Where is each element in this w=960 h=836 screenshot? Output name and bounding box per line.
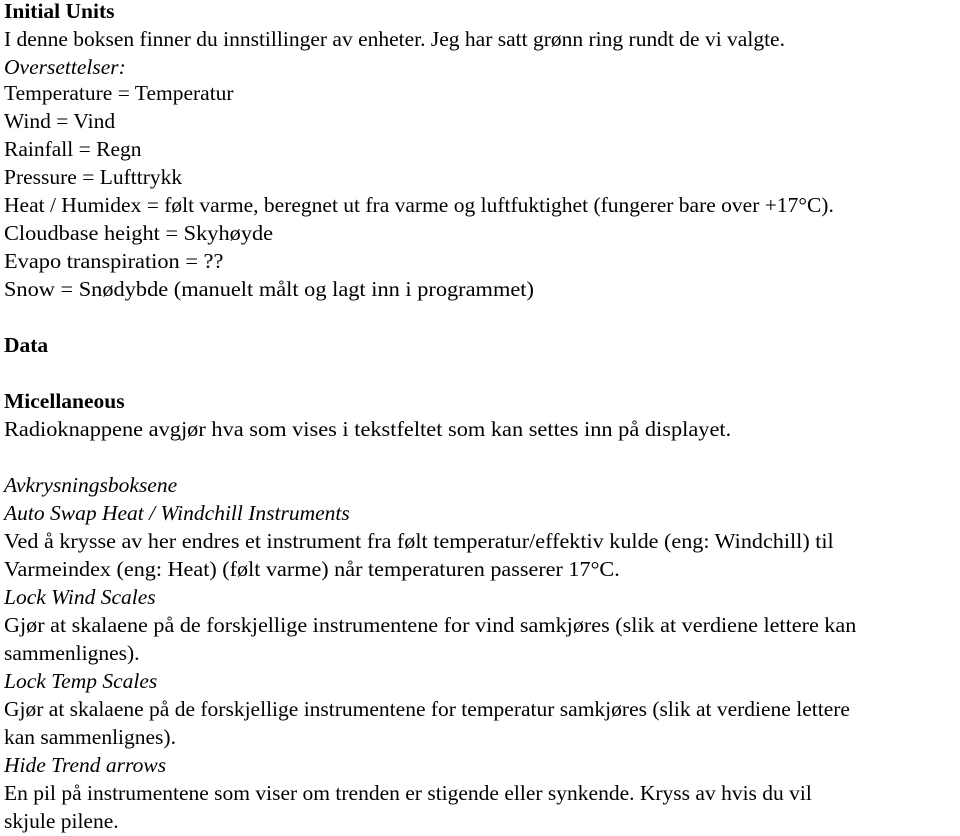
translation-snow: Snow = Snødybde (manuelt målt og lagt in… <box>4 277 534 301</box>
lock-temp-description-2: kan sammenlignes). <box>4 725 176 749</box>
checkboxes-label: Avkrysningsboksene <box>4 473 178 497</box>
translation-wind: Wind = Vind <box>4 109 116 133</box>
auto-swap-description-2: Varmeindex (eng: Heat) (følt varme) når … <box>4 557 620 581</box>
auto-swap-label: Auto Swap Heat / Windchill Instruments <box>4 501 350 525</box>
intro-paragraph: I denne boksen finner du innstillinger a… <box>4 27 785 51</box>
translation-rainfall: Rainfall = Regn <box>4 137 142 161</box>
translation-temperature: Temperature = Temperatur <box>4 81 234 105</box>
hide-trend-description-1: En pil på instrumentene som viser om tre… <box>4 781 812 805</box>
radio-buttons-description: Radioknappene avgjør hva som vises i tek… <box>4 417 732 441</box>
translation-heat-humidex: Heat / Humidex = følt varme, beregnet ut… <box>4 193 834 217</box>
translation-pressure: Pressure = Lufttrykk <box>4 165 183 189</box>
heading-data: Data <box>4 333 49 357</box>
lock-temp-label: Lock Temp Scales <box>4 669 158 693</box>
lock-wind-label: Lock Wind Scales <box>4 585 156 609</box>
translation-evapo: Evapo transpiration = ?? <box>4 249 224 273</box>
lock-temp-description-1: Gjør at skalaene på de forskjellige inst… <box>4 697 850 721</box>
lock-wind-description-1: Gjør at skalaene på de forskjellige inst… <box>4 613 857 637</box>
hide-trend-label: Hide Trend arrows <box>4 753 167 777</box>
heading-initial-units: Initial Units <box>4 0 115 23</box>
lock-wind-description-2: sammenlignes). <box>4 641 140 665</box>
auto-swap-description-1: Ved å krysse av her endres et instrument… <box>4 529 834 553</box>
translations-label: Oversettelser: <box>4 55 126 79</box>
heading-micellaneous: Micellaneous <box>4 389 125 413</box>
hide-trend-description-2: skjule pilene. <box>4 809 119 833</box>
translation-cloudbase: Cloudbase height = Skyhøyde <box>4 221 274 245</box>
